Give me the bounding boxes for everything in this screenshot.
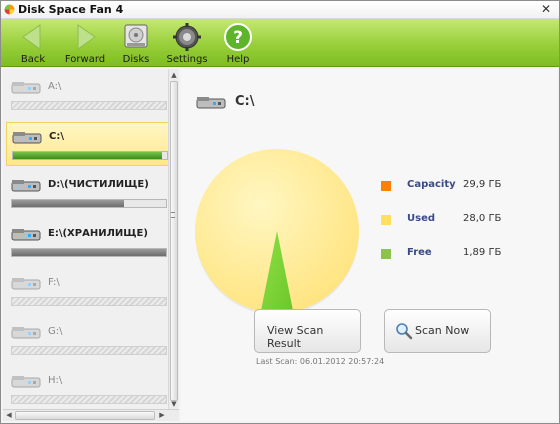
usage-pie-chart — [194, 149, 359, 315]
legend-swatch — [381, 249, 391, 259]
drive-item[interactable]: A:\ — [6, 73, 169, 117]
settings-button[interactable]: Settings — [163, 21, 211, 65]
scroll-down-icon[interactable]: ▼ — [169, 399, 179, 409]
legend-row: Free 1,89 ГБ — [381, 247, 521, 261]
drive-item[interactable]: G:\ — [6, 318, 169, 362]
hard-drive-icon — [196, 97, 226, 109]
hard-disk-icon — [124, 24, 148, 48]
back-button[interactable]: Back — [9, 21, 57, 65]
settings-label: Settings — [166, 54, 208, 65]
svg-text:?: ? — [233, 28, 243, 48]
hard-drive-icon — [11, 229, 41, 241]
scroll-right-icon[interactable]: ▶ — [157, 410, 167, 421]
drive-list: A:\ C:\ D:\(ЧИСТИЛИЩЕ) E:\(ХРАНИЛИЩЕ) F:\ G:\… — [3, 69, 179, 411]
hard-drive-icon — [11, 327, 41, 339]
help-button[interactable]: ? Help — [214, 21, 262, 65]
forward-label: Forward — [64, 54, 106, 65]
drive-usage-bar — [11, 248, 167, 257]
view-scan-result-label: View Scan Result — [267, 324, 324, 350]
legend-swatch — [381, 181, 391, 191]
back-arrow-icon — [22, 24, 41, 50]
app-icon — [4, 4, 15, 15]
hard-drive-icon — [11, 82, 41, 94]
magnifier-icon — [396, 323, 413, 340]
drive-name: E:\(ХРАНИЛИЩЕ) — [48, 228, 148, 239]
drive-usage-bar — [11, 297, 167, 306]
drive-name: A:\ — [48, 81, 62, 92]
last-scan-text: Last Scan: 06.01.2012 20:57:24 — [256, 357, 385, 366]
horizontal-scrollbar[interactable]: ◀ ▶ — [3, 409, 179, 421]
hard-drive-icon — [12, 132, 42, 144]
drive-usage-bar — [11, 101, 167, 110]
scan-now-label: Scan Now — [415, 324, 470, 337]
drive-usage-bar — [11, 346, 167, 355]
drive-item[interactable]: H:\ — [6, 367, 169, 411]
hard-drive-icon — [11, 180, 41, 192]
scroll-up-icon[interactable]: ▲ — [169, 70, 179, 80]
legend-value: 28,0 ГБ — [463, 213, 502, 224]
drive-usage-fill — [12, 249, 166, 256]
scroll-thumb[interactable] — [170, 81, 178, 401]
forward-button[interactable]: Forward — [61, 21, 109, 65]
drive-name: D:\(ЧИСТИЛИЩЕ) — [48, 179, 149, 190]
hard-drive-icon — [11, 278, 41, 290]
toolbar: Back Forward Disks Settings ? Help — [1, 19, 559, 67]
h-scroll-thumb[interactable] — [15, 411, 155, 420]
drive-usage-bar — [11, 199, 167, 208]
drive-usage-fill — [13, 152, 163, 159]
help-label: Help — [226, 54, 250, 65]
drive-name: G:\ — [48, 326, 63, 337]
vertical-scrollbar[interactable]: ▲ ▼ — [168, 69, 179, 411]
back-label: Back — [20, 54, 46, 65]
drive-item[interactable]: F:\ — [6, 269, 169, 313]
legend-label: Used — [407, 213, 436, 224]
close-icon[interactable]: ✕ — [538, 2, 554, 17]
help-icon: ? — [224, 23, 252, 51]
drive-item[interactable]: E:\(ХРАНИЛИЩЕ) — [6, 220, 169, 264]
legend-row: Capacity 29,9 ГБ — [381, 179, 521, 193]
window-title: Disk Space Fan 4 — [18, 3, 124, 16]
hard-drive-icon — [11, 376, 41, 388]
drive-item[interactable]: C:\ — [6, 122, 169, 166]
legend-swatch — [381, 215, 391, 225]
legend-value: 1,89 ГБ — [463, 247, 502, 258]
scroll-left-icon[interactable]: ◀ — [4, 410, 14, 421]
legend-label: Capacity — [407, 179, 456, 190]
drive-name: H:\ — [48, 375, 63, 386]
legend-label: Free — [407, 247, 432, 258]
scroll-grip — [171, 212, 175, 218]
disks-button[interactable]: Disks — [112, 21, 160, 65]
disks-label: Disks — [122, 54, 150, 65]
drive-usage-bar — [11, 395, 167, 404]
legend-row: Used 28,0 ГБ — [381, 213, 521, 227]
drive-item[interactable]: D:\(ЧИСТИЛИЩЕ) — [6, 171, 169, 215]
legend-value: 29,9 ГБ — [463, 179, 502, 190]
view-scan-result-button[interactable]: View Scan Result — [254, 309, 361, 353]
scan-now-button[interactable]: Scan Now — [384, 309, 491, 353]
forward-arrow-icon — [77, 24, 96, 50]
selected-drive-name: C:\ — [235, 94, 255, 109]
app-window: Disk Space Fan 4 ✕ Back Forward Disks Se… — [0, 0, 560, 424]
drive-name: C:\ — [49, 131, 64, 142]
drive-usage-fill — [12, 200, 125, 207]
title-bar: Disk Space Fan 4 ✕ — [1, 1, 559, 19]
drive-details: C:\ Capacity 29,9 ГБ Used 28,0 ГБ Free 1,89 Г… — [181, 69, 557, 421]
gear-icon — [173, 23, 201, 51]
drive-name: F:\ — [48, 277, 60, 288]
drive-usage-bar — [12, 151, 168, 160]
